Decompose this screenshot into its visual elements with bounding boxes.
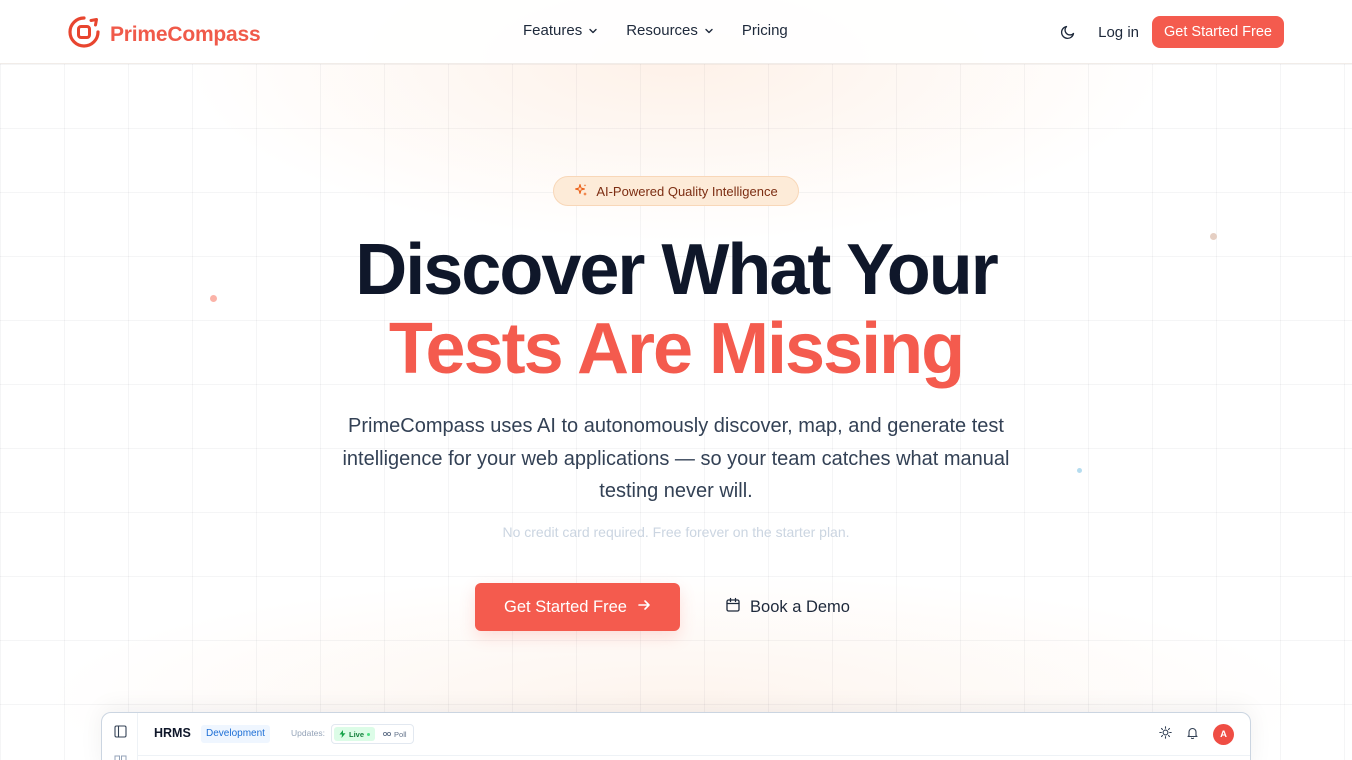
decorative-dot — [1077, 468, 1082, 473]
live-toggle[interactable]: Live — [334, 727, 376, 741]
refresh-icon — [383, 731, 392, 737]
moon-icon[interactable] — [1058, 22, 1078, 42]
preview-actions: A — [1159, 724, 1234, 745]
environment-badge[interactable]: Development — [201, 725, 270, 743]
user-avatar[interactable]: A — [1213, 724, 1234, 745]
login-link[interactable]: Log in — [1098, 24, 1139, 41]
preview-sidebar — [102, 713, 138, 760]
grid-icon — [114, 755, 127, 760]
brand-logo[interactable]: PrimeCompass — [67, 15, 261, 54]
book-demo-button[interactable]: Book a Demo — [710, 583, 865, 631]
no-credit-card-note: No credit card required. Free forever on… — [502, 524, 850, 540]
hero-subtext: PrimeCompass uses AI to autonomously dis… — [342, 415, 1010, 502]
cta-label: Get Started Free — [504, 597, 627, 616]
preview-topbar: HRMS Development Updates: Live Poll A — [138, 713, 1250, 756]
landing-page: PrimeCompass Features Resources Pricing — [0, 0, 1352, 760]
demo-label: Book a Demo — [750, 597, 850, 616]
sparkles-icon — [574, 183, 588, 200]
bell-icon[interactable] — [1186, 726, 1199, 744]
nav-label: Resources — [626, 22, 698, 39]
nav-item-pricing[interactable]: Pricing — [742, 22, 788, 39]
poll-toggle[interactable]: Poll — [379, 727, 411, 741]
chevron-down-icon — [588, 26, 598, 36]
nav-label: Pricing — [741, 22, 788, 39]
badge-label: AI-Powered Quality Intelligence — [596, 183, 778, 199]
brand-name: PrimeCompass — [110, 22, 261, 46]
main-nav: Features Resources Pricing — [523, 22, 788, 39]
get-started-header-button[interactable]: Get Started Free — [1152, 16, 1284, 48]
bolt-icon — [339, 730, 346, 738]
poll-label: Poll — [394, 729, 407, 739]
header-actions: Log in Get Started Free — [1058, 16, 1284, 48]
updates-label: Updates: — [291, 728, 326, 738]
nav-item-features[interactable]: Features — [523, 22, 598, 39]
nav-label: Features — [523, 22, 583, 39]
compass-logo-icon — [67, 15, 101, 54]
app-name: HRMS — [154, 726, 191, 740]
live-label: Live — [349, 729, 365, 739]
chevron-down-icon — [704, 26, 714, 36]
get-started-button[interactable]: Get Started Free — [475, 583, 680, 631]
nav-item-resources[interactable]: Resources — [626, 22, 714, 39]
update-mode-toggle: Live Poll — [331, 724, 414, 744]
arrow-right-icon — [637, 598, 651, 617]
app-preview: HRMS Development Updates: Live Poll A — [101, 712, 1251, 760]
sidebar-toggle-icon — [114, 725, 127, 743]
headline-line-1: Discover What Your — [355, 230, 999, 310]
live-dot-icon — [367, 732, 371, 736]
calendar-icon — [725, 597, 741, 618]
site-header: PrimeCompass Features Resources Pricing — [0, 0, 1352, 64]
sun-icon[interactable] — [1159, 725, 1172, 744]
headline-line-2: Tests Are Missing — [388, 309, 965, 389]
ai-badge: AI-Powered Quality Intelligence — [553, 176, 799, 206]
